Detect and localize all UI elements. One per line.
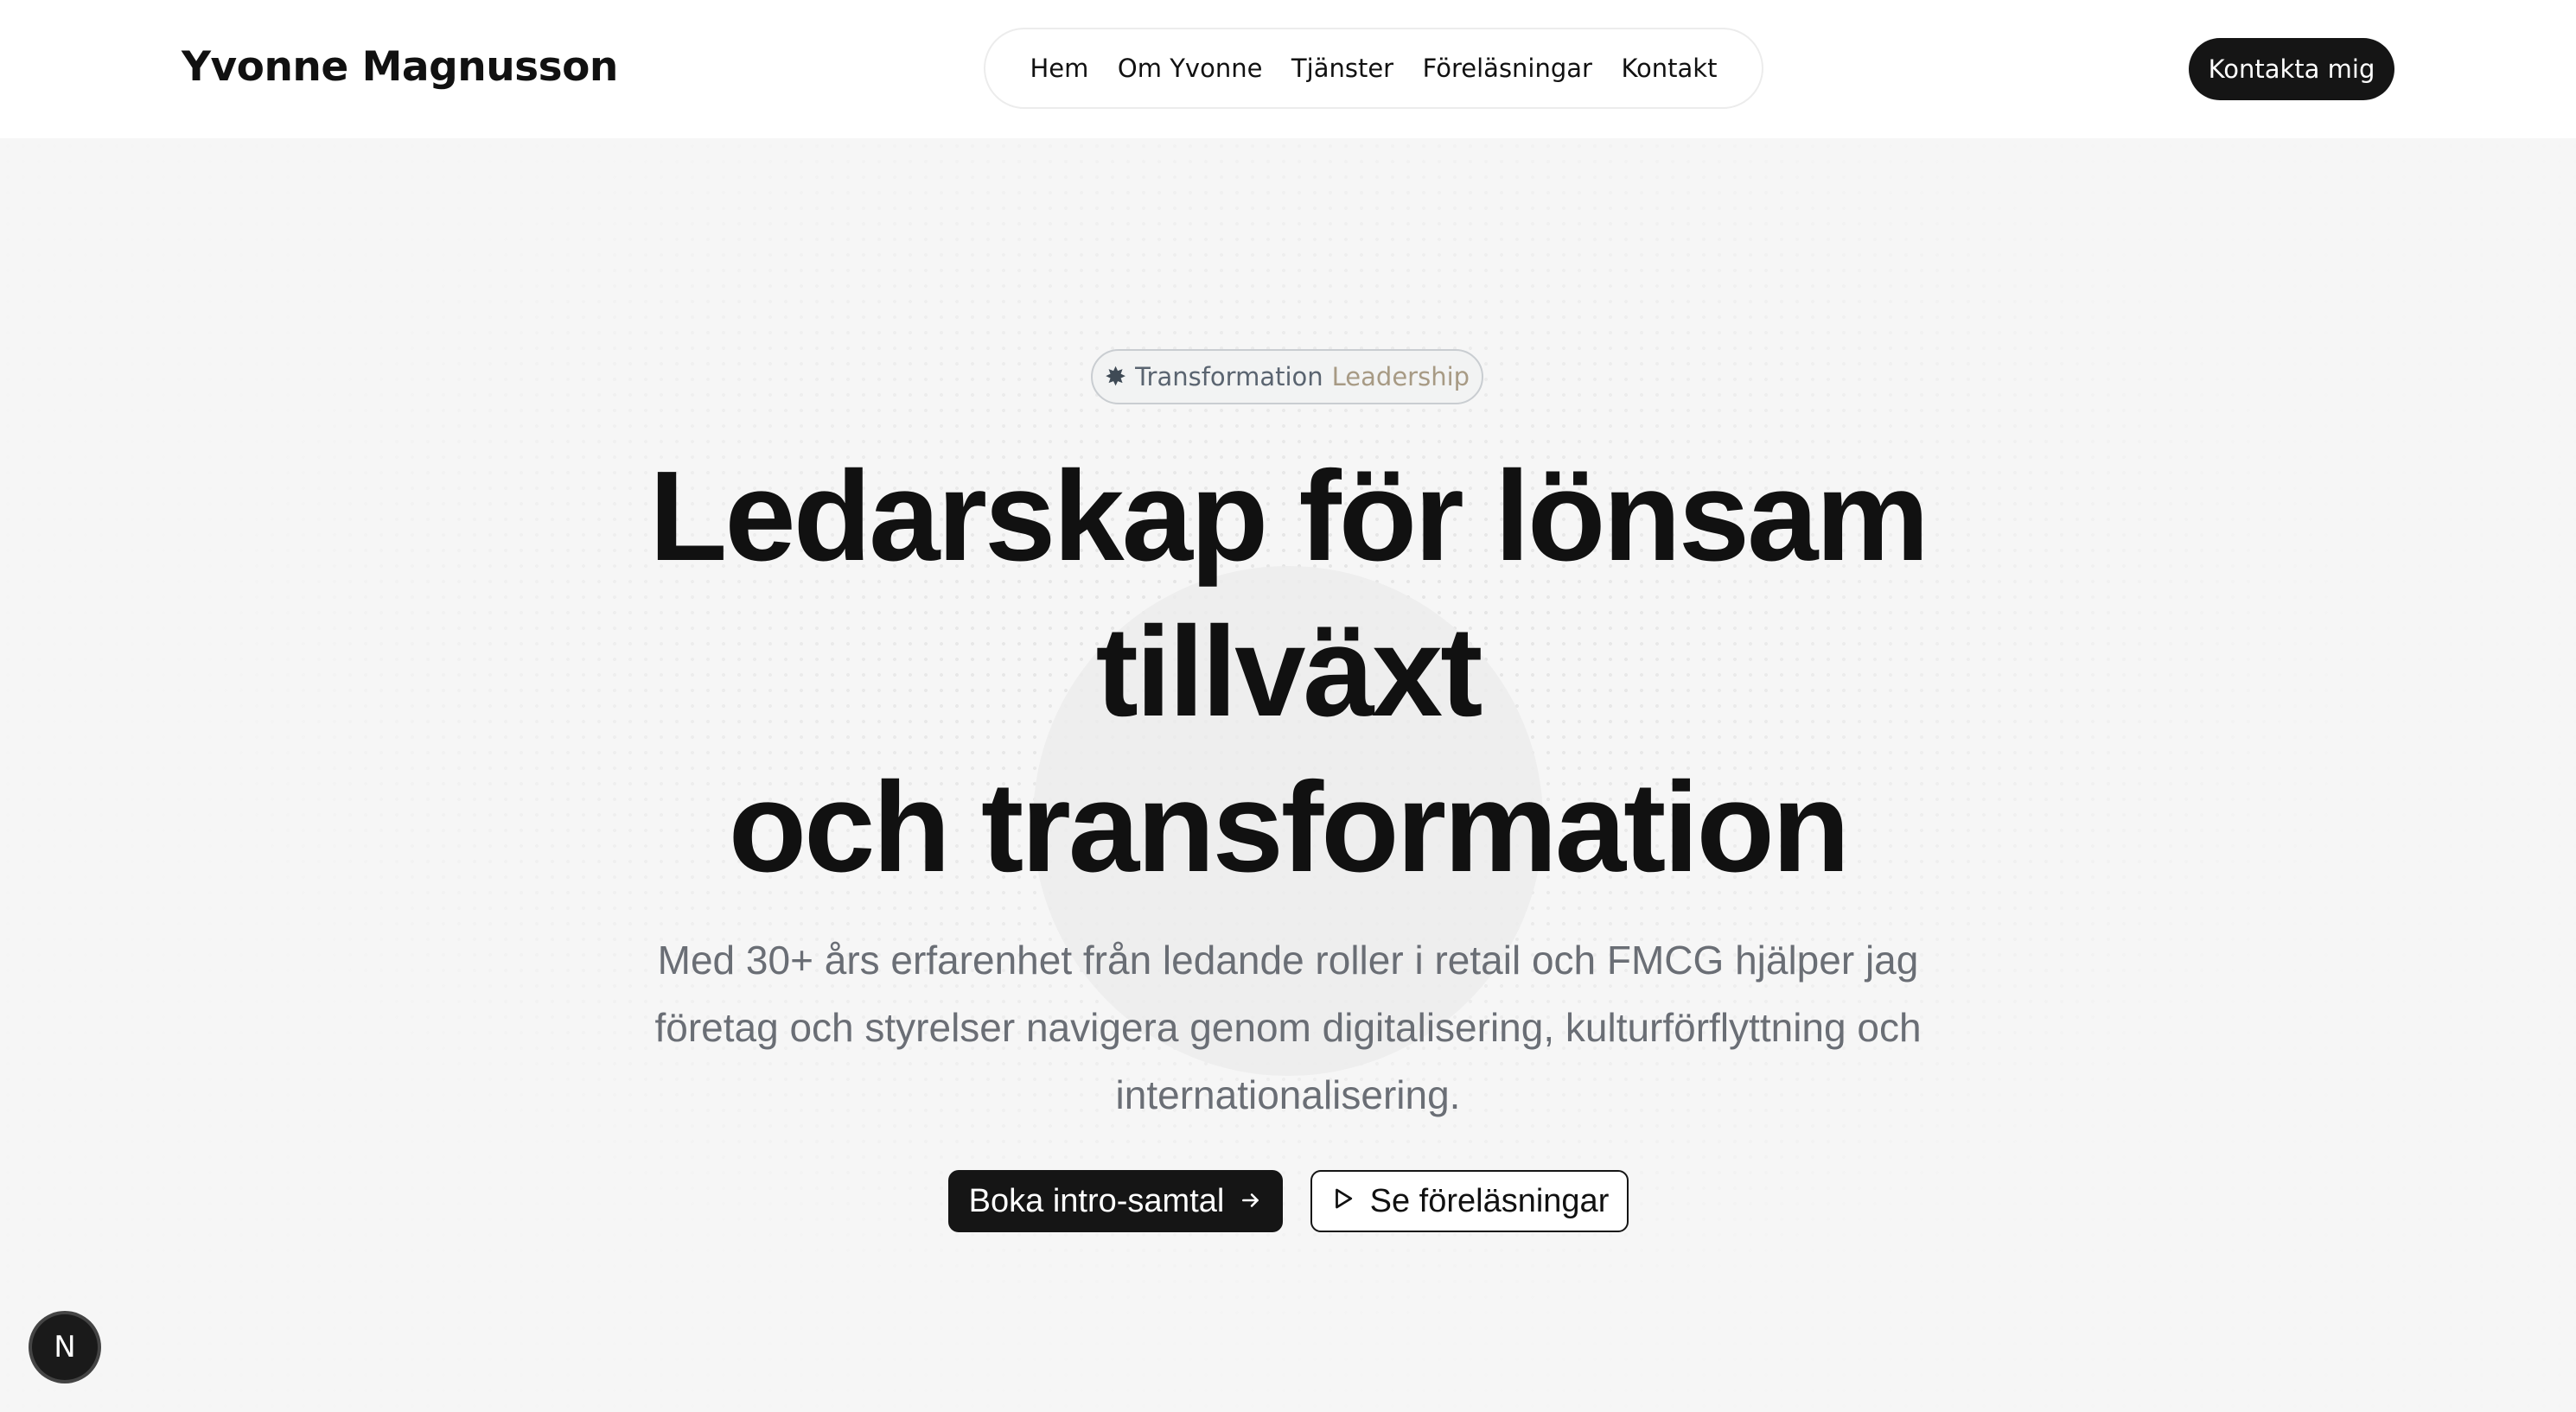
nav-item-hem[interactable]: Hem [1030,54,1089,83]
headline-line-3: och transformation [728,756,1851,899]
brand-logo-text[interactable]: Yvonne Magnusson [182,43,618,91]
subtitle-line-1: Med 30+ års erfarenhet från ledande roll… [657,938,1919,983]
contact-button[interactable]: Kontakta mig [2189,38,2394,100]
view-lectures-button[interactable]: Se föreläsningar [1310,1170,1629,1232]
headline-line-2: tillväxt [1095,601,1483,743]
play-icon [1330,1183,1356,1220]
site-header: Yvonne Magnusson Hem Om Yvonne Tjänster … [0,0,2576,138]
badge-label-transformation: Transformation [1135,362,1323,391]
category-badge: ✸ Transformation Leadership [1091,349,1483,404]
sparkle-icon: ✸ [1104,361,1127,392]
arrow-right-icon [1240,1183,1262,1220]
headline-line-1: Ledarskap för lönsam [648,445,1929,588]
nav-item-om-yvonne[interactable]: Om Yvonne [1118,54,1263,83]
nav-item-forelasningar[interactable]: Föreläsningar [1423,54,1592,83]
book-intro-call-button[interactable]: Boka intro-samtal [948,1170,1283,1232]
hero-subtitle: Med 30+ års erfarenhet från ledande roll… [596,926,1980,1129]
main-navigation: Hem Om Yvonne Tjänster Föreläsningar Kon… [984,28,1763,109]
view-lectures-label: Se föreläsningar [1369,1182,1610,1219]
dev-tools-badge[interactable]: N [32,1314,98,1380]
hero-headline: Ledarskap för lönsam tillväxt och transf… [424,439,2152,906]
subtitle-line-3: internationalisering. [1115,1072,1461,1117]
nav-item-kontakt[interactable]: Kontakt [1621,54,1717,83]
book-intro-call-label: Boka intro-samtal [968,1182,1225,1219]
nav-item-tjanster[interactable]: Tjänster [1291,54,1393,83]
badge-label-leadership: Leadership [1331,362,1470,391]
subtitle-line-2: företag och styrelser navigera genom dig… [654,1005,1922,1050]
